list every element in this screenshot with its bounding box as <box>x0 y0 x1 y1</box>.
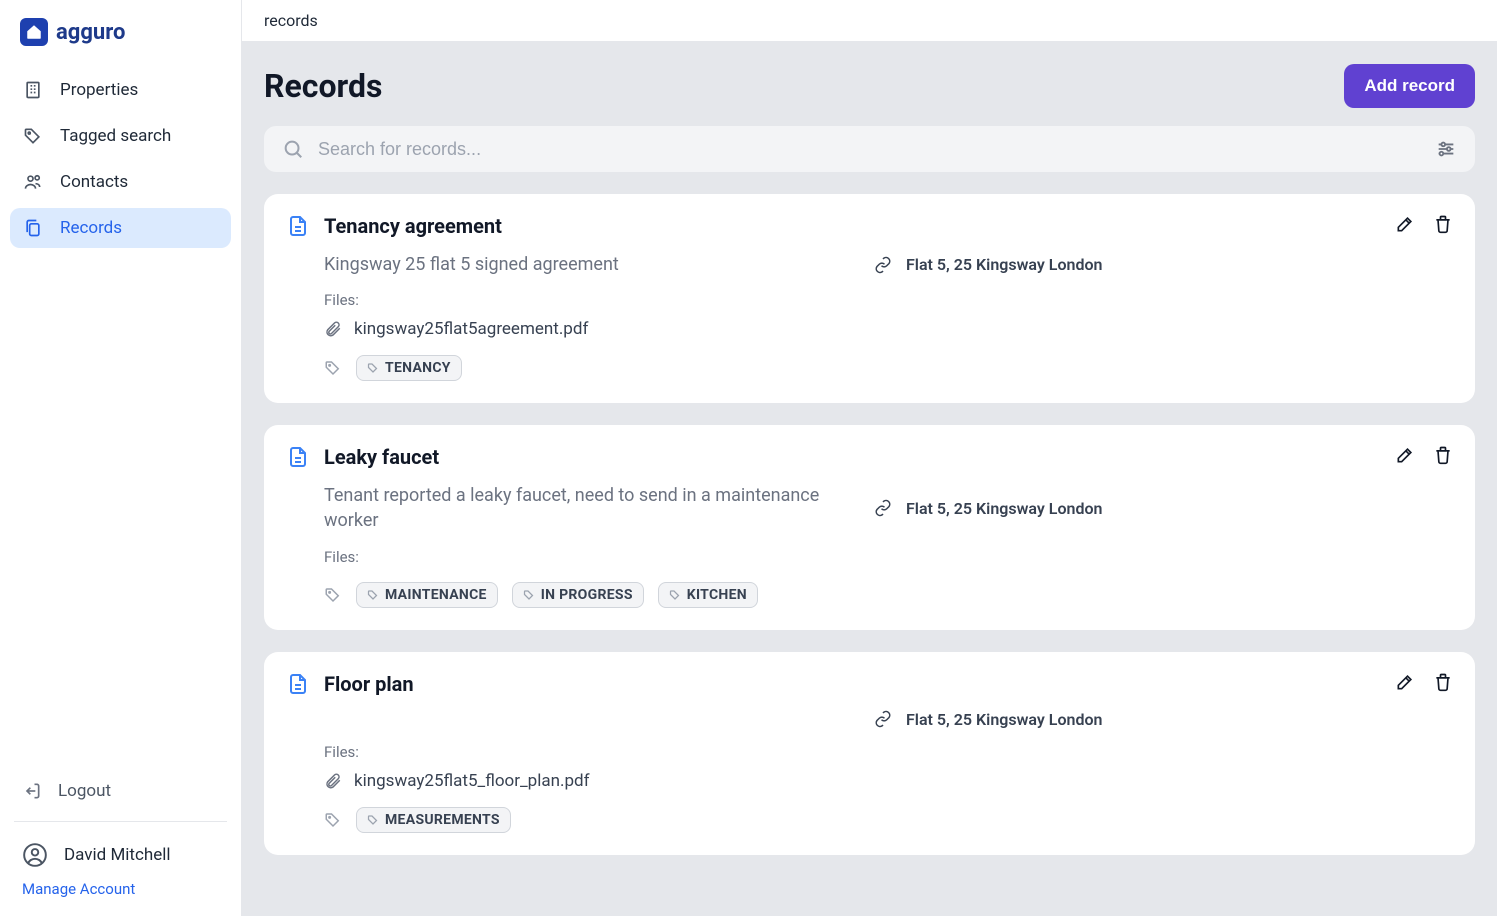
delete-button[interactable] <box>1433 445 1453 465</box>
record-card: Leaky faucet Tenant reported a leaky fauc… <box>264 425 1475 629</box>
filter-icon[interactable] <box>1435 138 1457 160</box>
record-title: Floor plan <box>324 672 414 696</box>
user-name: David Mitchell <box>64 845 171 865</box>
tags-row: MEASUREMENTS <box>324 807 1453 833</box>
sidebar-item-contacts[interactable]: Contacts <box>10 162 231 202</box>
delete-button[interactable] <box>1433 214 1453 234</box>
building-icon <box>22 80 44 100</box>
tag-dot-icon <box>523 589 535 601</box>
logo-icon <box>20 18 48 46</box>
logo[interactable]: agguro <box>0 0 241 62</box>
file-row[interactable]: kingsway25flat5agreement.pdf <box>324 319 1453 339</box>
linked-property[interactable]: Flat 5, 25 Kingsway London <box>874 483 1102 533</box>
tag-pill[interactable]: MAINTENANCE <box>356 582 498 608</box>
tag-dot-icon <box>669 589 681 601</box>
file-name: kingsway25flat5agreement.pdf <box>354 319 588 339</box>
add-record-button[interactable]: Add record <box>1344 64 1475 108</box>
record-description: Tenant reported a leaky faucet, need to … <box>324 483 844 533</box>
records-list: Tenancy agreement Kingsway 25 flat 5 sign… <box>242 194 1497 877</box>
document-icon <box>286 672 310 696</box>
tag-pill[interactable]: MEASUREMENTS <box>356 807 511 833</box>
logo-text: agguro <box>56 20 125 45</box>
record-description <box>324 710 844 729</box>
linked-property-label: Flat 5, 25 Kingsway London <box>906 710 1102 729</box>
document-icon <box>286 445 310 469</box>
tag-dot-icon <box>367 814 379 826</box>
sidebar: agguro Properties Tagged search Contacts <box>0 0 242 916</box>
tag-pill[interactable]: IN PROGRESS <box>512 582 644 608</box>
tag-pill[interactable]: KITCHEN <box>658 582 758 608</box>
linked-property-label: Flat 5, 25 Kingsway London <box>906 255 1102 274</box>
link-icon <box>874 499 892 517</box>
tag-icon <box>324 811 342 829</box>
tag-label: KITCHEN <box>687 587 747 603</box>
tags-row: MAINTENANCE IN PROGRESS KITCHEN <box>324 582 1453 608</box>
search-input[interactable] <box>318 139 1421 160</box>
edit-button[interactable] <box>1395 445 1415 465</box>
record-card: Floor plan Flat 5, 25 Kingsway London File… <box>264 652 1475 855</box>
files-label: Files: <box>324 548 1453 566</box>
sidebar-item-label: Records <box>60 218 122 238</box>
search-icon <box>282 138 304 160</box>
linked-property[interactable]: Flat 5, 25 Kingsway London <box>874 252 1102 277</box>
main: records Records Add record Tenancy agree… <box>242 0 1497 916</box>
logout-button[interactable]: Logout <box>10 771 231 811</box>
document-icon <box>286 214 310 238</box>
divider <box>14 821 227 822</box>
files-label: Files: <box>324 291 1453 309</box>
people-icon <box>22 172 44 192</box>
page-title: Records <box>264 67 382 105</box>
linked-property[interactable]: Flat 5, 25 Kingsway London <box>874 710 1102 729</box>
tag-pill[interactable]: TENANCY <box>356 355 462 381</box>
record-card: Tenancy agreement Kingsway 25 flat 5 sign… <box>264 194 1475 403</box>
search-bar <box>264 126 1475 172</box>
page-header: Records Add record <box>242 42 1497 126</box>
manage-account-link[interactable]: Manage Account <box>10 878 231 898</box>
link-icon <box>874 256 892 274</box>
sidebar-item-label: Tagged search <box>60 126 171 146</box>
user-profile[interactable]: David Mitchell <box>10 832 231 878</box>
copy-icon <box>22 218 44 238</box>
linked-property-label: Flat 5, 25 Kingsway London <box>906 499 1102 518</box>
tags-row: TENANCY <box>324 355 1453 381</box>
tag-label: MAINTENANCE <box>385 587 487 603</box>
edit-button[interactable] <box>1395 214 1415 234</box>
delete-button[interactable] <box>1433 672 1453 692</box>
sidebar-item-properties[interactable]: Properties <box>10 70 231 110</box>
sidebar-bottom: Logout David Mitchell Manage Account <box>0 763 241 916</box>
link-icon <box>874 710 892 728</box>
paperclip-icon <box>324 320 342 338</box>
edit-button[interactable] <box>1395 672 1415 692</box>
sidebar-item-tagged-search[interactable]: Tagged search <box>10 116 231 156</box>
breadcrumb-text: records <box>264 11 318 30</box>
record-title: Leaky faucet <box>324 445 439 469</box>
avatar-icon <box>22 842 48 868</box>
sidebar-item-label: Contacts <box>60 172 128 192</box>
file-name: kingsway25flat5_floor_plan.pdf <box>354 771 590 791</box>
sidebar-item-records[interactable]: Records <box>10 208 231 248</box>
file-row[interactable]: kingsway25flat5_floor_plan.pdf <box>324 771 1453 791</box>
record-description: Kingsway 25 flat 5 signed agreement <box>324 252 844 277</box>
sidebar-item-label: Properties <box>60 80 138 100</box>
sidebar-nav: Properties Tagged search Contacts Record… <box>0 62 241 763</box>
tag-label: IN PROGRESS <box>541 587 633 603</box>
logout-label: Logout <box>58 781 111 801</box>
paperclip-icon <box>324 772 342 790</box>
tag-dot-icon <box>367 589 379 601</box>
logout-icon <box>22 781 42 801</box>
files-label: Files: <box>324 743 1453 761</box>
tag-dot-icon <box>367 362 379 374</box>
tag-label: TENANCY <box>385 360 451 376</box>
tag-label: MEASUREMENTS <box>385 812 500 828</box>
tag-icon <box>22 126 44 146</box>
breadcrumb: records <box>242 0 1497 42</box>
tag-icon <box>324 359 342 377</box>
tag-icon <box>324 586 342 604</box>
record-title: Tenancy agreement <box>324 214 502 238</box>
